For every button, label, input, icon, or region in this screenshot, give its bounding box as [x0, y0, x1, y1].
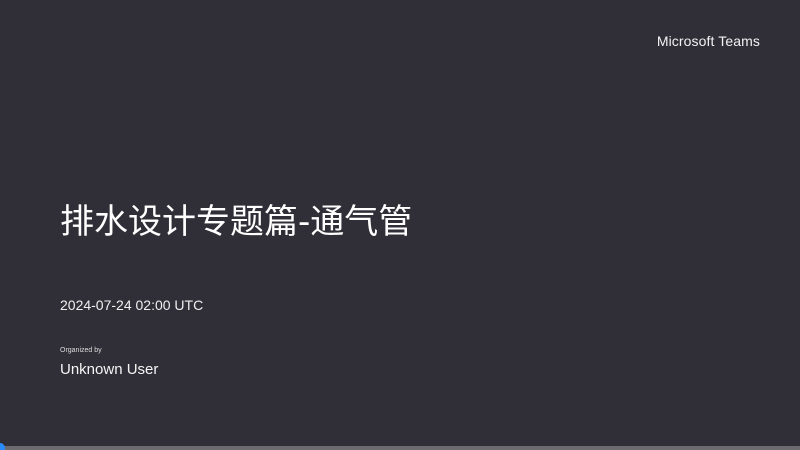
meeting-datetime: 2024-07-24 02:00 UTC: [60, 297, 204, 313]
organized-by-label: Organized by: [60, 347, 102, 354]
meeting-title: 排水设计专题篇-通气管: [60, 202, 413, 242]
playback-progress-bar[interactable]: [0, 443, 800, 450]
organizer-name: Unknown User: [60, 361, 159, 378]
playback-progress-handle[interactable]: [0, 443, 5, 450]
meeting-lobby-screen: Microsoft Teams 排水设计专题篇-通气管 2024-07-24 0…: [0, 0, 800, 450]
teams-brand-label: Microsoft Teams: [656, 33, 760, 49]
